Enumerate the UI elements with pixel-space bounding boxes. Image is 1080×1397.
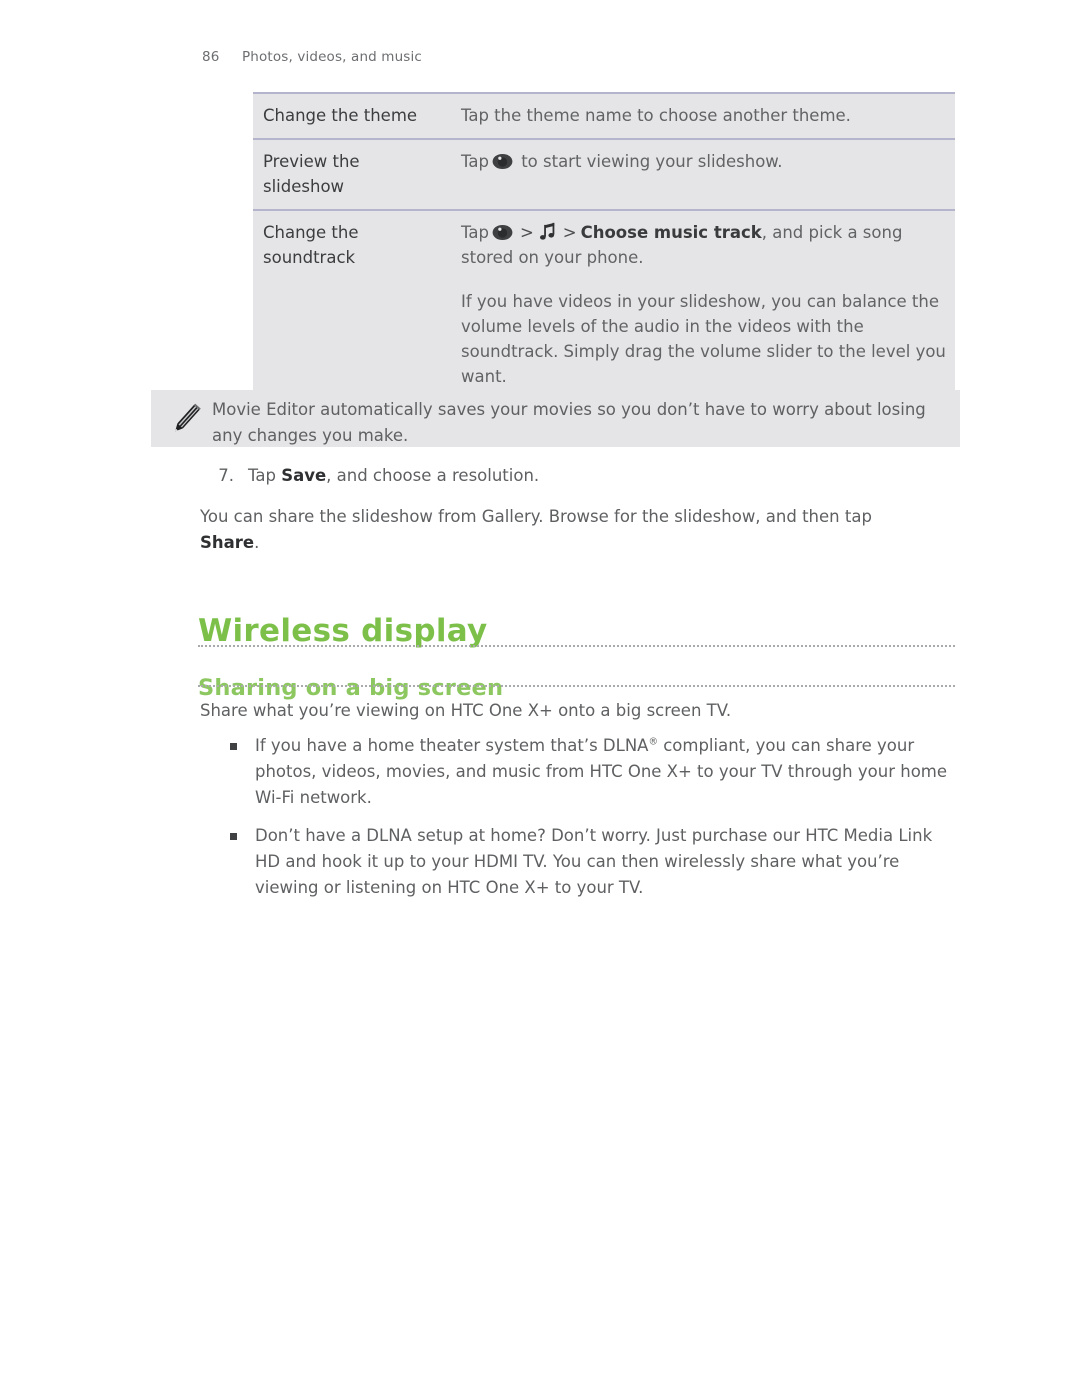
music-note-icon: [539, 222, 557, 242]
row-description-prefix: Tap: [461, 223, 489, 242]
registered-trademark-symbol: ®: [648, 736, 658, 748]
menu-option-name: Choose music track: [580, 223, 762, 242]
note-callout: Movie Editor automatically saves your mo…: [151, 390, 960, 447]
bullet-text-before: If you have a home theater system that’s…: [255, 736, 649, 755]
eye-icon: [492, 152, 513, 170]
table-cell-description: Tap to start viewing your slideshow.: [453, 139, 955, 210]
row-description-prefix: Tap: [461, 152, 489, 171]
paragraph-text-after: .: [254, 533, 260, 552]
section-heading: Wireless display: [198, 612, 488, 649]
list-item: If you have a home theater system that’s…: [229, 733, 954, 811]
step-bold-action: Save: [281, 466, 327, 485]
table-row: Preview the slideshow Tap to start viewi…: [253, 139, 955, 210]
bullet-text-before: Don’t have a DLNA setup at home? Don’t w…: [255, 826, 933, 897]
step-text-before: Tap: [248, 466, 282, 485]
row-description-suffix: to start viewing your slideshow.: [521, 152, 783, 171]
pencil-icon: [169, 400, 203, 438]
table-cell-label: Change the soundtrack: [263, 223, 359, 267]
table-row: Change the soundtrack Tap > > Choose mus…: [253, 210, 955, 280]
ordered-step-7: 7. Tap Save, and choose a resolution.: [202, 463, 539, 489]
page-running-header: 86 Photos, videos, and music: [202, 49, 422, 65]
table-row-continuation: If you have videos in your slideshow, yo…: [253, 280, 955, 400]
table-cell-extra-paragraph: If you have videos in your slideshow, yo…: [461, 292, 946, 386]
paragraph-text-before: You can share the slideshow from Gallery…: [200, 507, 872, 526]
eye-icon: [492, 223, 513, 241]
settings-options-table: Change the theme Tap the theme name to c…: [253, 92, 955, 401]
dotted-rule-above-subheading: [198, 645, 955, 647]
share-paragraph: You can share the slideshow from Gallery…: [200, 504, 930, 556]
paragraph-bold-action: Share: [200, 533, 255, 552]
feature-bullet-list: If you have a home theater system that’s…: [229, 733, 954, 913]
chevron-right-separator-2: >: [562, 223, 577, 242]
list-item: Don’t have a DLNA setup at home? Don’t w…: [229, 823, 954, 901]
note-text: Movie Editor automatically saves your mo…: [212, 400, 926, 445]
table-cell-label: Change the theme: [263, 106, 418, 125]
intro-paragraph: Share what you’re viewing on HTC One X+ …: [200, 701, 732, 720]
header-section-title: Photos, videos, and music: [242, 49, 422, 65]
step-number: 7.: [218, 466, 234, 485]
step-text-after: , and choose a resolution.: [326, 466, 540, 485]
chevron-right-separator: >: [519, 223, 534, 242]
subsection-heading: Sharing on a big screen: [198, 674, 504, 701]
square-bullet-icon: [230, 743, 237, 750]
table-cell-description: Tap the theme name to choose another the…: [453, 93, 955, 139]
page-number: 86: [202, 49, 220, 65]
table-cell-label: Preview the slideshow: [263, 152, 360, 196]
dotted-rule-below-subheading: [198, 685, 955, 687]
table-cell-description: Tap > > Choose music track, and pick a s…: [453, 210, 955, 280]
table-cell-empty: [253, 280, 453, 400]
table-row: Change the theme Tap the theme name to c…: [253, 93, 955, 139]
square-bullet-icon: [230, 833, 237, 840]
row-description-text: Tap the theme name to choose another the…: [461, 106, 851, 125]
